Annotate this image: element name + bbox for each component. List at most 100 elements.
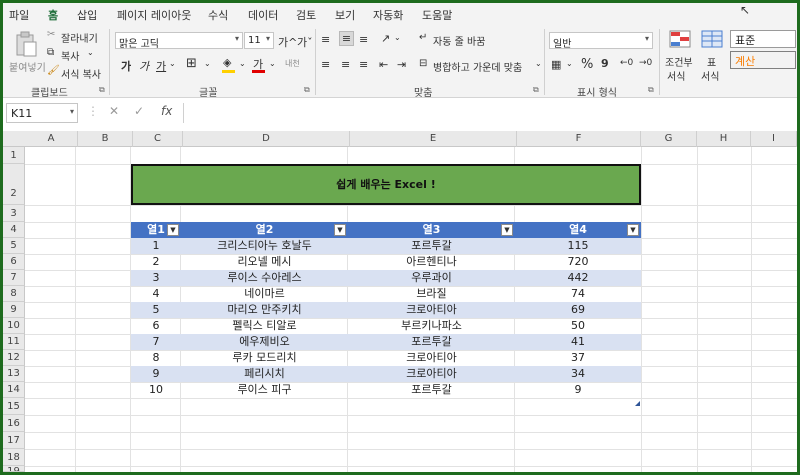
country-cell[interactable]: 크로아티아: [348, 350, 515, 366]
insert-function-button[interactable]: fx: [161, 104, 172, 118]
table-resize-handle[interactable]: [635, 396, 640, 406]
grow-font-button[interactable]: 가^: [278, 34, 297, 50]
rank-cell[interactable]: 7: [131, 334, 181, 350]
font-size-select[interactable]: 11 ▾: [244, 32, 274, 49]
shrink-font-button[interactable]: 가ˇ: [297, 34, 313, 50]
rank-cell[interactable]: 5: [131, 302, 181, 318]
style-normal[interactable]: 표준: [730, 30, 796, 48]
row-header-17[interactable]: 17: [3, 432, 25, 449]
value-cell[interactable]: 37: [515, 350, 641, 366]
column-header-f[interactable]: F: [517, 131, 641, 147]
value-cell[interactable]: 74: [515, 286, 641, 302]
chevron-down-icon[interactable]: ⌄: [239, 59, 246, 68]
value-cell[interactable]: 442: [515, 270, 641, 286]
country-cell[interactable]: 부르키나파소: [348, 318, 515, 334]
rank-cell[interactable]: 4: [131, 286, 181, 302]
rank-cell[interactable]: 2: [131, 254, 181, 270]
phonetic-button[interactable]: 내천: [285, 58, 300, 69]
table-header-cell[interactable]: 열3 ▼: [348, 222, 515, 238]
filter-dropdown-icon[interactable]: ▼: [167, 224, 179, 236]
font-family-select[interactable]: 맑은 고딕 ▾: [115, 32, 243, 49]
number-launcher-icon[interactable]: ⧉: [648, 85, 654, 95]
column-header-i[interactable]: I: [751, 131, 797, 147]
value-cell[interactable]: 41: [515, 334, 641, 350]
align-left-icon[interactable]: ≡: [321, 58, 330, 71]
value-cell[interactable]: 720: [515, 254, 641, 270]
paste-button[interactable]: 붙여넣기: [9, 29, 46, 79]
font-color-button[interactable]: 가: [251, 56, 267, 74]
country-cell[interactable]: 크로아티아: [348, 302, 515, 318]
borders-icon[interactable]: ⊞: [186, 56, 197, 71]
column-header-d[interactable]: D: [183, 131, 350, 147]
tab-automate[interactable]: 자동화: [373, 7, 403, 23]
row-header-14[interactable]: 14: [3, 382, 25, 398]
country-cell[interactable]: 우루과이: [348, 270, 515, 286]
rank-cell[interactable]: 1: [131, 238, 181, 254]
table-header-cell[interactable]: 열1 ▼: [131, 222, 181, 238]
increase-decimal-icon[interactable]: ←0: [620, 58, 633, 68]
number-format-select[interactable]: 일반 ▾: [549, 32, 653, 49]
percent-button[interactable]: %: [581, 57, 593, 72]
title-cell[interactable]: 쉽게 배우는 Excel !: [131, 164, 641, 205]
name-cell[interactable]: 마리오 만주키치: [181, 302, 348, 318]
row-header-3[interactable]: 3: [3, 205, 25, 222]
name-cell[interactable]: 리오넬 메시: [181, 254, 348, 270]
value-cell[interactable]: 50: [515, 318, 641, 334]
formula-input[interactable]: [183, 103, 794, 123]
name-cell[interactable]: 펠릭스 티알로: [181, 318, 348, 334]
row-header-10[interactable]: 10: [3, 318, 25, 334]
tab-page-layout[interactable]: 페이지 레이아웃: [117, 7, 191, 23]
name-cell[interactable]: 루이스 수아레스: [181, 270, 348, 286]
tab-review[interactable]: 검토: [296, 7, 316, 23]
value-cell[interactable]: 69: [515, 302, 641, 318]
font-launcher-icon[interactable]: ⧉: [304, 85, 310, 95]
tab-view[interactable]: 보기: [335, 7, 355, 23]
row-header-9[interactable]: 9: [3, 302, 25, 318]
name-cell[interactable]: 에우제비오: [181, 334, 348, 350]
value-cell[interactable]: 9: [515, 382, 641, 398]
column-header-h[interactable]: H: [697, 131, 751, 147]
format-as-table-button[interactable]: 표 서식: [699, 30, 727, 83]
chevron-down-icon[interactable]: ⌄: [269, 59, 276, 68]
tab-file[interactable]: 파일: [9, 7, 29, 23]
tab-insert[interactable]: 삽입: [77, 7, 97, 23]
rank-cell[interactable]: 8: [131, 350, 181, 366]
comma-button[interactable]: 9: [601, 57, 609, 70]
name-cell[interactable]: 네이마르: [181, 286, 348, 302]
rank-cell[interactable]: 6: [131, 318, 181, 334]
value-cell[interactable]: 34: [515, 366, 641, 382]
alignment-launcher-icon[interactable]: ⧉: [533, 85, 539, 95]
chevron-down-icon[interactable]: ⌄: [169, 59, 176, 68]
tab-data[interactable]: 데이터: [248, 7, 278, 23]
column-header-g[interactable]: G: [641, 131, 697, 147]
row-header-12[interactable]: 12: [3, 350, 25, 366]
filter-dropdown-icon[interactable]: ▼: [334, 224, 346, 236]
row-header-5[interactable]: 5: [3, 238, 25, 254]
table-header-cell[interactable]: 열4 ▼: [515, 222, 641, 238]
rank-cell[interactable]: 10: [131, 382, 181, 398]
row-header-16[interactable]: 16: [3, 415, 25, 432]
orientation-icon[interactable]: ↗: [381, 32, 390, 45]
name-cell[interactable]: 루이스 피구: [181, 382, 348, 398]
style-calculation[interactable]: 계산: [730, 51, 796, 69]
row-header-19[interactable]: 19: [3, 466, 25, 472]
fill-color-button[interactable]: ◈: [221, 56, 237, 74]
column-header-b[interactable]: B: [78, 131, 133, 147]
column-header-c[interactable]: C: [133, 131, 183, 147]
filter-dropdown-icon[interactable]: ▼: [501, 224, 513, 236]
tab-home[interactable]: 홈: [48, 7, 59, 27]
align-middle-icon[interactable]: ≡: [339, 31, 354, 46]
row-header-4[interactable]: 4: [3, 222, 25, 238]
clipboard-launcher-icon[interactable]: ⧉: [99, 85, 105, 95]
cancel-icon[interactable]: ✕: [109, 104, 119, 118]
underline-button[interactable]: 가: [156, 58, 166, 74]
name-cell[interactable]: 크리스티아누 호날두: [181, 238, 348, 254]
filter-dropdown-icon[interactable]: ▼: [627, 224, 639, 236]
row-header-6[interactable]: 6: [3, 254, 25, 270]
country-cell[interactable]: 포르투갈: [348, 382, 515, 398]
column-header-e[interactable]: E: [350, 131, 517, 147]
align-top-icon[interactable]: ≡: [321, 33, 330, 46]
decrease-decimal-icon[interactable]: →0: [639, 58, 652, 68]
column-header-a[interactable]: A: [25, 131, 78, 147]
increase-indent-icon[interactable]: ⇥: [397, 58, 406, 71]
